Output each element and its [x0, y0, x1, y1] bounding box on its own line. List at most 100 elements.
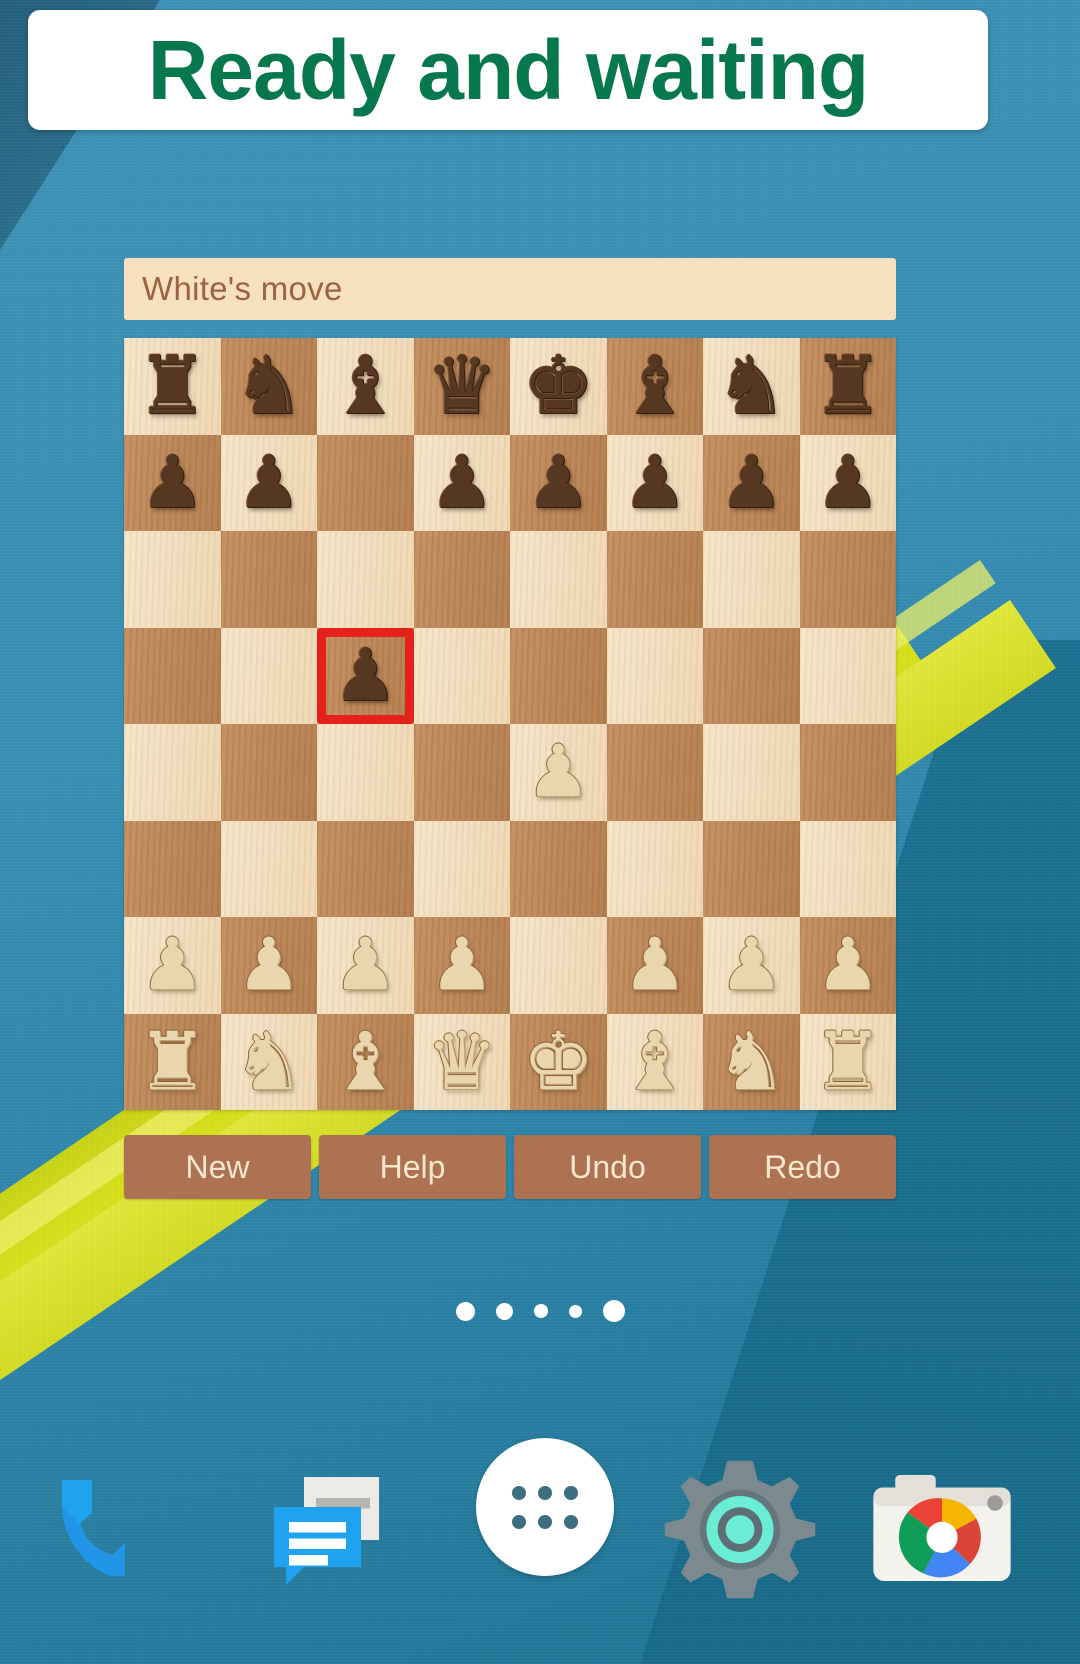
board-square-b1[interactable]: ♞	[220, 1013, 318, 1111]
piece-white-pawn[interactable]: ♟	[221, 917, 318, 1014]
help-button[interactable]: Help	[319, 1135, 506, 1199]
piece-white-pawn[interactable]: ♟	[317, 917, 414, 1014]
board-square-a6[interactable]	[124, 531, 221, 628]
board-square-c7[interactable]	[317, 434, 414, 531]
settings-icon[interactable]	[660, 1448, 820, 1608]
piece-black-knight[interactable]: ♞	[703, 338, 800, 435]
board-square-c8[interactable]: ♝	[317, 338, 414, 435]
board-square-h8[interactable]: ♜	[799, 338, 897, 435]
piece-black-bishop[interactable]: ♝	[607, 338, 704, 435]
board-square-g1[interactable]: ♞	[703, 1013, 800, 1111]
piece-black-king[interactable]: ♚	[510, 338, 607, 435]
board-square-c2[interactable]: ♟	[317, 917, 414, 1014]
new-button[interactable]: New	[124, 1135, 311, 1199]
piece-white-bishop[interactable]: ♝	[607, 1014, 704, 1111]
board-square-h5[interactable]	[799, 627, 896, 724]
piece-white-pawn[interactable]: ♟	[703, 917, 800, 1014]
board-square-c4[interactable]	[317, 724, 414, 821]
piece-white-king[interactable]: ♚	[510, 1014, 607, 1111]
piece-black-rook[interactable]: ♜	[800, 338, 897, 435]
board-square-d4[interactable]	[413, 724, 510, 821]
piece-white-pawn[interactable]: ♟	[124, 917, 221, 1014]
chess-board[interactable]: ♜ ♞ ♝ ♛ ♚ ♝ ♞ ♜ ♟ ♟ ♟ ♟ ♟ ♟ ♟ ♟ ♟ ♟ ♟ ♟ ♟ ♟ ♟ ♟ ♜ ♞ ♝ ♛ ♚ ♝ ♞ ♜	[124, 338, 896, 1110]
piece-black-pawn[interactable]: ♟	[703, 435, 800, 532]
board-square-g8[interactable]: ♞	[703, 338, 800, 435]
board-square-a8[interactable]: ♜	[124, 338, 221, 435]
piece-white-queen[interactable]: ♛	[414, 1014, 511, 1111]
board-square-f7[interactable]: ♟	[606, 434, 703, 531]
board-square-f6[interactable]	[606, 531, 703, 628]
piece-black-bishop[interactable]: ♝	[317, 338, 414, 435]
board-square-d8[interactable]: ♛	[413, 338, 511, 435]
board-square-f8[interactable]: ♝	[606, 338, 704, 435]
board-square-f5[interactable]	[606, 627, 703, 724]
board-square-b8[interactable]: ♞	[220, 338, 317, 435]
redo-button[interactable]: Redo	[709, 1135, 896, 1199]
piece-white-pawn[interactable]: ♟	[800, 917, 897, 1014]
board-square-b4[interactable]	[220, 724, 317, 821]
camera-icon[interactable]	[862, 1448, 1022, 1608]
board-square-c6[interactable]	[317, 531, 414, 628]
piece-white-bishop[interactable]: ♝	[317, 1014, 414, 1111]
page-dot[interactable]	[533, 1304, 548, 1318]
board-square-f3[interactable]	[606, 820, 703, 917]
board-square-e8[interactable]: ♚	[510, 338, 607, 435]
board-square-c1[interactable]: ♝	[317, 1013, 414, 1111]
app-drawer-icon[interactable]	[460, 1422, 630, 1592]
piece-white-knight[interactable]: ♞	[221, 1014, 318, 1111]
board-square-g4[interactable]	[703, 724, 800, 821]
board-square-a7[interactable]: ♟	[124, 434, 221, 531]
phone-icon[interactable]	[30, 1448, 190, 1608]
piece-white-pawn[interactable]: ♟	[510, 724, 607, 821]
board-square-c3[interactable]	[317, 820, 414, 917]
piece-black-pawn[interactable]: ♟	[317, 628, 414, 725]
board-square-b5[interactable]	[220, 627, 317, 724]
board-square-e7[interactable]: ♟	[510, 434, 607, 532]
board-square-g2[interactable]: ♟	[703, 917, 800, 1014]
board-square-g6[interactable]	[703, 531, 800, 628]
piece-white-pawn[interactable]: ♟	[607, 917, 704, 1014]
board-square-d7[interactable]: ♟	[413, 434, 511, 532]
board-square-g5[interactable]	[703, 627, 800, 724]
board-square-b6[interactable]	[220, 531, 317, 628]
page-dot[interactable]	[455, 1301, 475, 1321]
messaging-icon[interactable]	[248, 1448, 408, 1608]
board-square-d2[interactable]: ♟	[413, 917, 511, 1014]
board-square-e3[interactable]	[510, 820, 607, 917]
board-square-d3[interactable]	[413, 820, 510, 917]
board-square-h6[interactable]	[799, 531, 896, 628]
board-square-b7[interactable]: ♟	[220, 434, 318, 532]
piece-black-pawn[interactable]: ♟	[221, 435, 318, 532]
piece-black-queen[interactable]: ♛	[414, 338, 511, 435]
page-dot[interactable]	[495, 1302, 513, 1320]
page-dot[interactable]	[568, 1304, 582, 1318]
board-square-b3[interactable]	[220, 820, 317, 917]
board-square-g7[interactable]: ♟	[703, 434, 800, 532]
piece-white-pawn[interactable]: ♟	[414, 917, 511, 1014]
board-square-h2[interactable]: ♟	[799, 917, 897, 1014]
board-square-b2[interactable]: ♟	[220, 917, 318, 1014]
board-square-g3[interactable]	[703, 820, 800, 917]
board-square-h1[interactable]: ♜	[799, 1013, 897, 1111]
piece-white-knight[interactable]: ♞	[703, 1014, 800, 1111]
board-square-d1[interactable]: ♛	[413, 1013, 511, 1111]
board-square-d5[interactable]	[413, 627, 510, 724]
board-square-e6[interactable]	[510, 531, 607, 628]
board-square-d6[interactable]	[413, 531, 510, 628]
piece-black-pawn[interactable]: ♟	[800, 435, 897, 532]
board-square-f1[interactable]: ♝	[606, 1013, 704, 1111]
piece-white-rook[interactable]: ♜	[124, 1014, 221, 1111]
board-square-h3[interactable]	[799, 820, 896, 917]
piece-black-pawn[interactable]: ♟	[414, 435, 511, 532]
board-square-e1[interactable]: ♚	[510, 1013, 607, 1111]
page-dot[interactable]	[602, 1300, 625, 1322]
board-square-f2[interactable]: ♟	[606, 917, 704, 1014]
board-square-a2[interactable]: ♟	[124, 917, 221, 1014]
board-square-e2[interactable]	[510, 917, 607, 1014]
piece-black-rook[interactable]: ♜	[124, 338, 221, 435]
piece-white-rook[interactable]: ♜	[800, 1014, 897, 1111]
board-square-a3[interactable]	[124, 820, 221, 917]
board-square-e5[interactable]	[510, 627, 607, 724]
board-square-h4[interactable]	[799, 724, 896, 821]
piece-black-pawn[interactable]: ♟	[510, 435, 607, 532]
